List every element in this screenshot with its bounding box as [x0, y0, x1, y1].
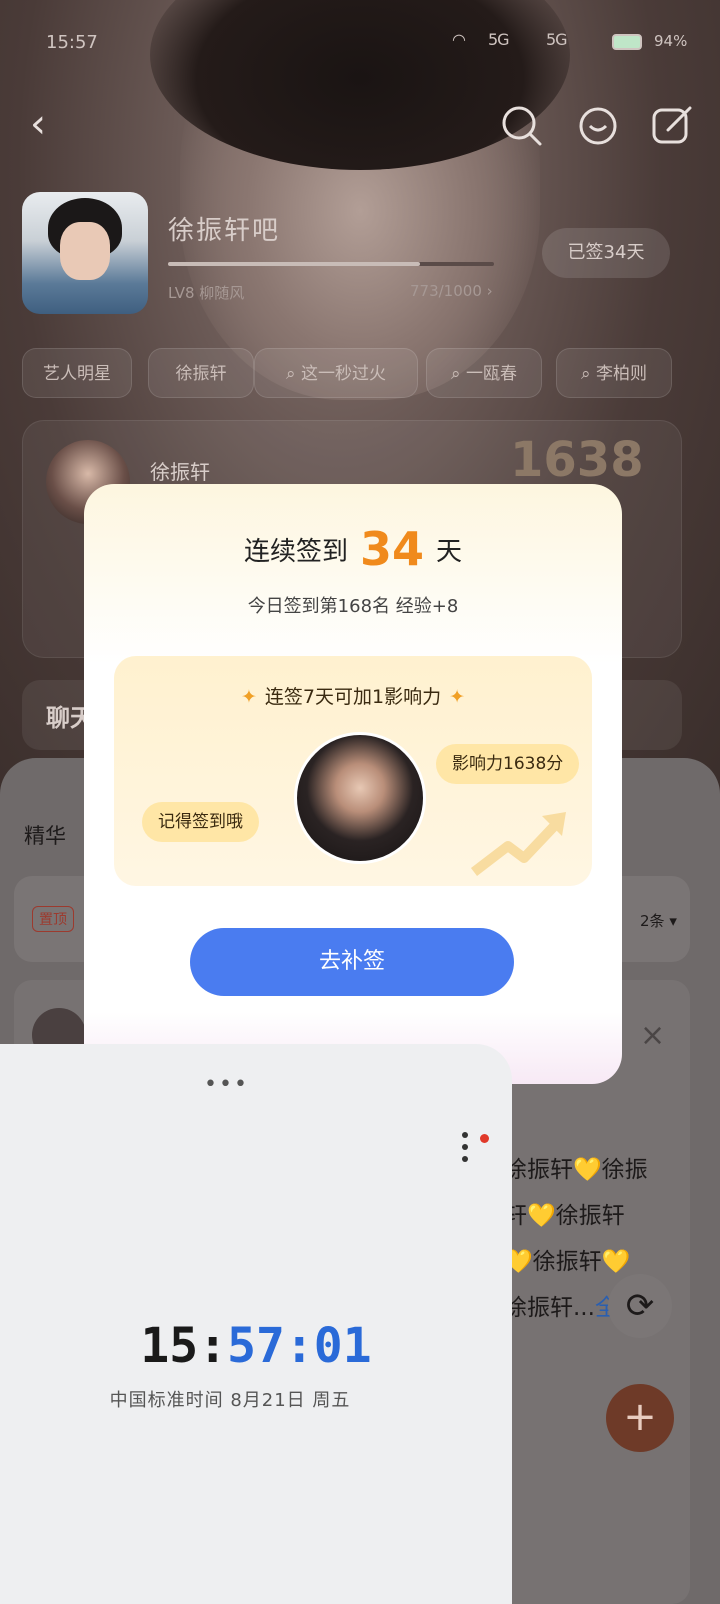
floating-clock-window[interactable]: ••• 15:57:01 中国标准时间 8月21日 周五: [0, 1044, 512, 1604]
level-label: LV8 柳随风: [168, 284, 245, 302]
sparkle-icon: ✦: [240, 686, 257, 708]
signal-icon-2: 5G: [546, 30, 568, 49]
tag-item[interactable]: ⌕ 一瓯春: [426, 348, 542, 398]
status-bar: 15:57 ◠ 5G 5G 94%: [0, 28, 720, 58]
panel-heading: ✦ 连签7天可加1影响力 ✦: [240, 686, 466, 708]
rank-score: 1638: [510, 432, 644, 488]
tag-item[interactable]: 艺人明星: [22, 348, 132, 398]
rank-name: 徐振轩: [150, 460, 210, 484]
wifi-icon: ◠: [452, 30, 466, 49]
pinned-badge: 置顶: [32, 906, 74, 932]
influence-bubble: 影响力1638分: [436, 744, 580, 784]
close-icon[interactable]: ×: [640, 1021, 665, 1051]
trend-arrow-icon: [470, 812, 566, 876]
refresh-icon[interactable]: ⟳: [608, 1274, 672, 1338]
signed-days-button[interactable]: 已签34天: [542, 228, 670, 278]
tag-item[interactable]: ⌕ 这一秒过火: [254, 348, 418, 398]
streak-days: 34: [359, 522, 424, 576]
tag-item[interactable]: ⌕ 李柏则: [556, 348, 672, 398]
search-icon[interactable]: [500, 104, 544, 148]
drag-handle-icon[interactable]: •••: [204, 1072, 249, 1097]
tag-row: 艺人明星 徐振轩 ⌕ 这一秒过火 ⌕ 一瓯春 ⌕ 李柏则: [22, 348, 720, 398]
notification-dot: [480, 1134, 489, 1143]
forum-name: 徐振轩吧: [168, 216, 281, 246]
clock-time: 15:57:01: [140, 1318, 372, 1374]
pinned-count[interactable]: 2条 ▾: [640, 910, 677, 931]
forum-avatar[interactable]: [22, 192, 148, 314]
clock-date: 中国标准时间 8月21日 周五: [109, 1390, 351, 1411]
dialog-subtitle: 今日签到第168名 经验+8: [247, 596, 459, 617]
message-icon[interactable]: [576, 104, 620, 148]
add-post-button[interactable]: +: [606, 1384, 674, 1452]
status-time: 15:57: [46, 32, 98, 53]
reminder-bubble: 记得签到哦: [142, 802, 259, 842]
tag-item[interactable]: 徐振轩: [148, 348, 254, 398]
signin-dialog: 连续签到 34 天 今日签到第168名 经验+8 ✦ 连签7天可加1影响力 ✦ 记得签到…: [84, 484, 622, 1084]
battery-icon: [612, 34, 642, 50]
more-menu-icon[interactable]: [462, 1132, 472, 1172]
post-text-line: 轩💛徐振轩: [504, 1203, 625, 1229]
influence-panel: ✦ 连签7天可加1影响力 ✦ 记得签到哦 影响力1638分: [114, 656, 592, 886]
search-icon: ⌕: [581, 364, 596, 384]
experience-label[interactable]: 773/1000 ›: [410, 282, 493, 300]
battery-percent: 94%: [654, 32, 688, 50]
post-text-line: 徐振轩💛徐振: [504, 1157, 648, 1183]
signal-icon-1: 5G: [488, 30, 510, 49]
dialog-avatar: [294, 732, 426, 864]
search-icon: ⌕: [286, 364, 301, 384]
edit-icon[interactable]: [650, 104, 694, 148]
back-icon[interactable]: ‹: [30, 104, 74, 148]
post-text-line: 💛徐振轩💛: [504, 1249, 631, 1275]
level-progress-fill: [168, 262, 420, 266]
feed-tab-essence[interactable]: 精华: [24, 820, 66, 850]
post-text-line: 徐振轩...全: [504, 1295, 618, 1321]
search-icon: ⌕: [451, 364, 466, 384]
dialog-title: 连续签到 34 天: [243, 522, 463, 576]
makeup-signin-button[interactable]: 去补签: [190, 928, 514, 996]
sparkle-icon: ✦: [449, 686, 466, 708]
